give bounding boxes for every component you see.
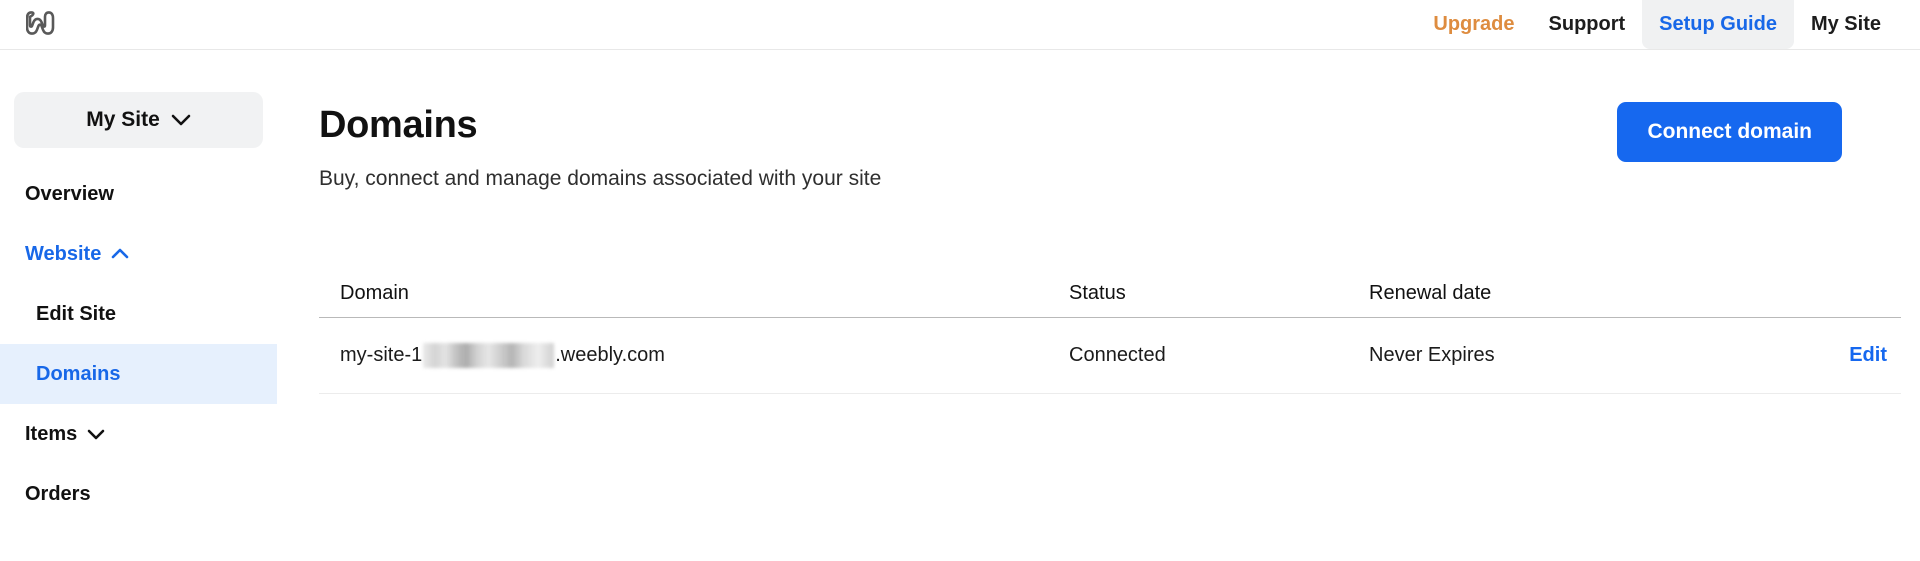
sidebar-item-label: Overview	[25, 182, 114, 205]
chevron-down-icon	[171, 114, 191, 127]
sidebar-item-label: Website	[25, 242, 102, 265]
sidebar-item-orders[interactable]: Orders	[0, 464, 277, 524]
redacted-domain-block	[423, 343, 555, 368]
sidebar-item-label: Edit Site	[36, 302, 117, 325]
main-content: Domains Buy, connect and manage domains …	[277, 50, 1920, 561]
edit-domain-link[interactable]: Edit	[1849, 344, 1887, 366]
top-navigation: Upgrade Support Setup Guide My Site	[1416, 0, 1898, 49]
chevron-down-icon	[87, 428, 105, 440]
domain-prefix: my-site-1	[340, 344, 423, 366]
column-header-domain: Domain	[340, 282, 409, 304]
sidebar-item-items[interactable]: Items	[0, 404, 277, 464]
sidebar-item-website[interactable]: Website	[0, 224, 277, 284]
table-row: my-site-1 .weebly.com Connected Never Exp…	[319, 318, 1901, 394]
site-switcher-label: My Site	[86, 108, 160, 131]
nav-my-site[interactable]: My Site	[1794, 0, 1898, 49]
chevron-up-icon	[111, 248, 129, 260]
connect-domain-button[interactable]: Connect domain	[1617, 102, 1842, 162]
column-header-renewal-date: Renewal date	[1369, 282, 1492, 304]
sidebar-item-domains[interactable]: Domains	[0, 344, 277, 404]
domain-suffix: .weebly.com	[555, 344, 665, 366]
nav-upgrade[interactable]: Upgrade	[1416, 0, 1531, 49]
top-bar: Upgrade Support Setup Guide My Site	[0, 0, 1920, 50]
sidebar-item-label: Domains	[36, 362, 121, 385]
site-switcher-dropdown[interactable]: My Site	[14, 92, 263, 148]
weebly-w-logo-icon[interactable]	[20, 3, 62, 43]
nav-support[interactable]: Support	[1532, 0, 1643, 49]
app-shell: My Site Overview Website Edit Site Domai…	[0, 50, 1920, 561]
table-header-row: Domain Status Renewal date	[319, 270, 1901, 318]
cell-status: Connected	[1069, 344, 1166, 366]
sidebar: My Site Overview Website Edit Site Domai…	[0, 50, 277, 561]
domains-table: Domain Status Renewal date my-site-1 .wee…	[319, 270, 1901, 394]
page-subtitle: Buy, connect and manage domains associat…	[319, 167, 882, 190]
cell-domain: my-site-1 .weebly.com	[319, 343, 1069, 368]
sidebar-item-label: Items	[25, 422, 78, 445]
sidebar-item-overview[interactable]: Overview	[0, 164, 277, 224]
sidebar-item-label: Orders	[25, 482, 91, 505]
cell-renewal-date: Never Expires	[1369, 344, 1495, 366]
column-header-status: Status	[1069, 282, 1126, 304]
sidebar-nav: Overview Website Edit Site Domains Items	[0, 164, 277, 524]
nav-setup-guide[interactable]: Setup Guide	[1642, 0, 1794, 49]
sidebar-item-edit-site[interactable]: Edit Site	[0, 284, 277, 344]
cell-actions: Edit	[1749, 344, 1901, 367]
